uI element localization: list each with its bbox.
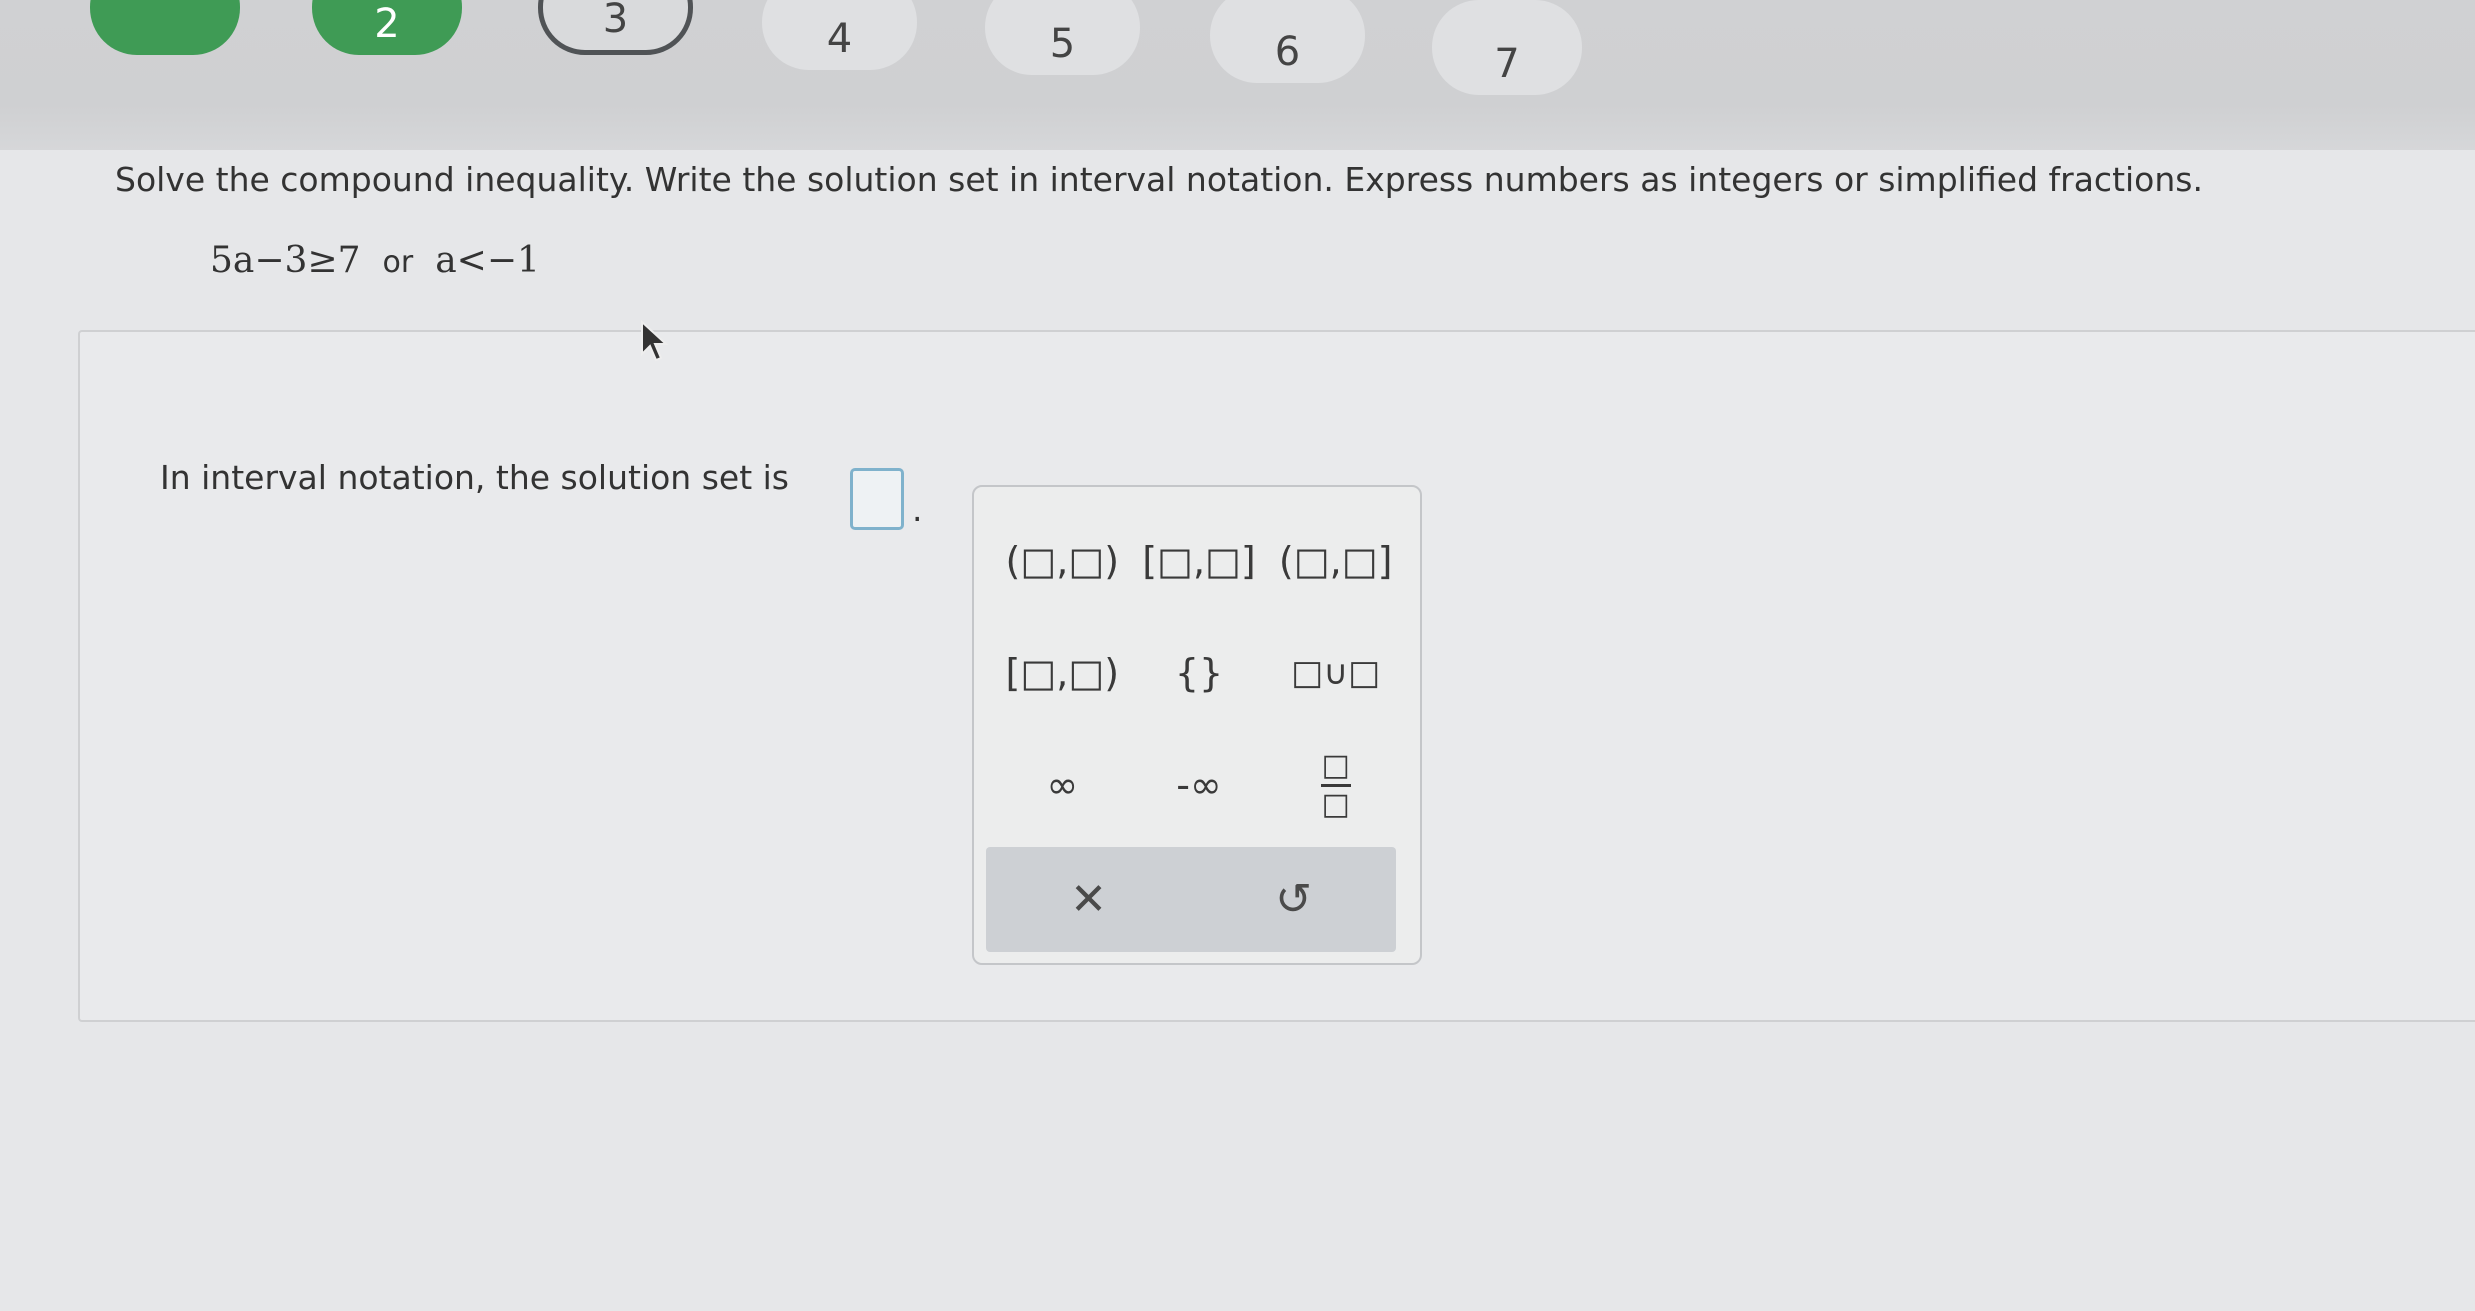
step-6-button[interactable]: 6 bbox=[1210, 0, 1365, 83]
undo-icon: ↺ bbox=[1275, 874, 1312, 925]
negative-infinity-button[interactable]: -∞ bbox=[1131, 729, 1268, 841]
inequality-connector: or bbox=[382, 245, 414, 280]
step-5-button[interactable]: 5 bbox=[985, 0, 1140, 75]
inequality-right: a<−1 bbox=[435, 240, 540, 281]
closed-interval-button[interactable]: [□,□] bbox=[1131, 505, 1268, 617]
palette-action-bar: ✕ ↺ bbox=[986, 847, 1396, 952]
compound-inequality: 5a−3≥7 or a<−1 bbox=[210, 240, 540, 281]
step-3-button[interactable]: 3 bbox=[538, 0, 693, 55]
step-1-button[interactable] bbox=[90, 0, 240, 55]
right-open-interval-button[interactable]: [□,□) bbox=[994, 617, 1131, 729]
fraction-denominator: □ bbox=[1321, 786, 1350, 822]
answer-prompt: In interval notation, the solution set i… bbox=[160, 458, 789, 497]
answer-input[interactable] bbox=[850, 468, 904, 530]
step-2-button[interactable]: 2 bbox=[312, 0, 462, 55]
progress-bar: 2 3 4 5 6 7 bbox=[0, 0, 2475, 150]
step-4-button[interactable]: 4 bbox=[762, 0, 917, 70]
close-icon: ✕ bbox=[1070, 874, 1107, 925]
inequality-left: 5a−3≥7 bbox=[210, 240, 361, 281]
mouse-pointer-icon bbox=[640, 319, 674, 368]
fraction-button[interactable]: □ □ bbox=[1267, 729, 1404, 841]
clear-button[interactable]: ✕ bbox=[1044, 860, 1134, 940]
math-palette: (□,□) [□,□] (□,□] [□,□) {} □∪□ ∞ -∞ □ □ … bbox=[972, 485, 1422, 965]
open-interval-button[interactable]: (□,□) bbox=[994, 505, 1131, 617]
answer-period: . bbox=[912, 490, 923, 529]
union-button[interactable]: □∪□ bbox=[1267, 617, 1404, 729]
undo-button[interactable]: ↺ bbox=[1249, 860, 1339, 940]
infinity-button[interactable]: ∞ bbox=[994, 729, 1131, 841]
empty-set-button[interactable]: {} bbox=[1131, 617, 1268, 729]
fraction-numerator: □ bbox=[1321, 747, 1350, 783]
step-7-button[interactable]: 7 bbox=[1432, 0, 1582, 95]
left-open-interval-button[interactable]: (□,□] bbox=[1267, 505, 1404, 617]
question-instruction: Solve the compound inequality. Write the… bbox=[115, 160, 2203, 199]
